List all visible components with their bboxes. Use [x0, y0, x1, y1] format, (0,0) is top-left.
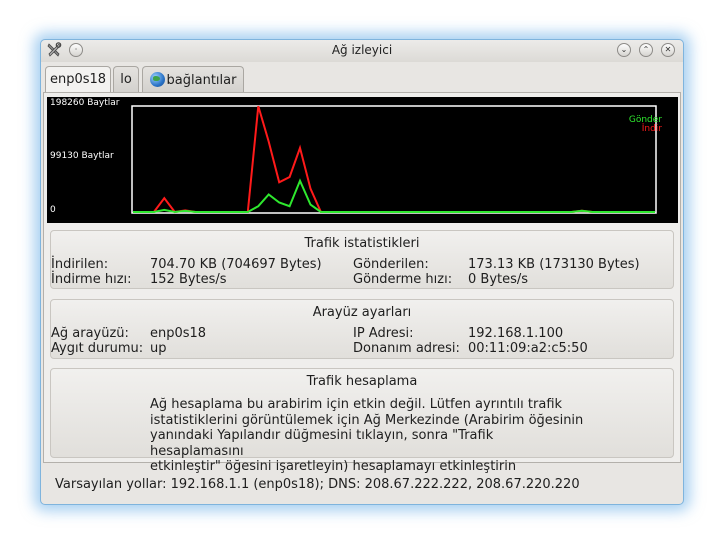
app-window: · Ağ izleyici ⌄ ⌃ ✕ enp0s18 lo bağlantıl…	[40, 39, 684, 505]
y-min-label: 0	[50, 205, 56, 215]
tab-panel: 198260 Baytlar 99130 Baytlar 0 Gönder İn…	[43, 92, 681, 474]
title-bar[interactable]: · Ağ izleyici ⌄ ⌃ ✕	[41, 40, 683, 62]
y-mid-label: 99130 Baytlar	[50, 151, 114, 161]
message-line: istatistiklerini görüntülemek için Ağ Me…	[150, 412, 584, 428]
hw-address-label: Donanım adresi:	[353, 341, 460, 356]
close-button[interactable]: ✕	[661, 43, 675, 57]
send-rate-label: Gönderme hızı:	[353, 272, 453, 287]
interface-value: enp0s18	[150, 326, 207, 341]
download-rate-label: İndirme hızı:	[51, 272, 132, 287]
traffic-accounting-group: Trafik hesaplama Ağ hesaplama bu arabiri…	[50, 368, 674, 474]
message-line: etkinleştir" öğesini işaretleyin) hesapl…	[150, 459, 517, 474]
send-rate-value: 0 Bytes/s	[468, 272, 529, 287]
downloaded-value: 704.70 KB (704697 Bytes)	[150, 257, 322, 272]
plot-frame	[131, 105, 657, 214]
accounting-message: Ağ hesaplama bu arabirim için etkin deği…	[150, 397, 590, 475]
tab-label: bağlantılar	[166, 73, 237, 88]
maximize-button[interactable]: ⌃	[639, 43, 653, 57]
series-line-send	[133, 178, 655, 214]
ip-value: 192.168.1.100	[468, 326, 564, 341]
tab-lo[interactable]: lo	[113, 66, 139, 92]
globe-icon	[149, 72, 165, 87]
downloaded-label: İndirilen:	[51, 257, 109, 272]
group-title: Arayüz ayarları	[312, 305, 412, 320]
device-state-value: up	[150, 341, 167, 356]
message-line: yanındaki Yapılandır düğmesini tıklayın,…	[150, 428, 494, 459]
interface-label: Ağ arayüzü:	[51, 326, 129, 341]
message-line: Ağ hesaplama bu arabirim için etkin deği…	[150, 397, 563, 412]
y-max-label: 198260 Baytlar	[50, 98, 120, 108]
series-line-recv	[133, 105, 655, 214]
download-rate-value: 152 Bytes/s	[150, 272, 227, 287]
legend-recv: İndir	[641, 124, 662, 134]
traffic-chart	[131, 105, 657, 214]
traffic-graph: 198260 Baytlar 99130 Baytlar 0 Gönder İn…	[47, 97, 678, 223]
sent-value: 173.13 KB (173130 Bytes)	[468, 257, 640, 272]
interface-settings-group: Arayüz ayarları Ağ arayüzü: enp0s18 Aygı…	[50, 299, 674, 359]
status-bar: Varsayılan yollar: 192.168.1.1 (enp0s18)…	[55, 477, 580, 492]
window-title: Ağ izleyici	[331, 43, 393, 57]
minimize-button[interactable]: ⌄	[617, 43, 631, 57]
tab-label: lo	[120, 72, 132, 87]
tab-connections[interactable]: bağlantılar	[142, 66, 244, 92]
device-state-label: Aygıt durumu:	[51, 341, 144, 356]
tab-label: enp0s18	[49, 72, 107, 87]
group-title: Trafik hesaplama	[306, 374, 418, 389]
traffic-stats-group: Trafik istatistikleri İndirilen: 704.70 …	[50, 230, 674, 289]
tab-enp0s18[interactable]: enp0s18	[45, 66, 111, 94]
hw-address-value: 00:11:09:a2:c5:50	[468, 341, 588, 356]
group-title: Trafik istatistikleri	[304, 236, 420, 251]
ip-label: IP Adresi:	[353, 326, 414, 341]
sent-label: Gönderilen:	[353, 257, 429, 272]
